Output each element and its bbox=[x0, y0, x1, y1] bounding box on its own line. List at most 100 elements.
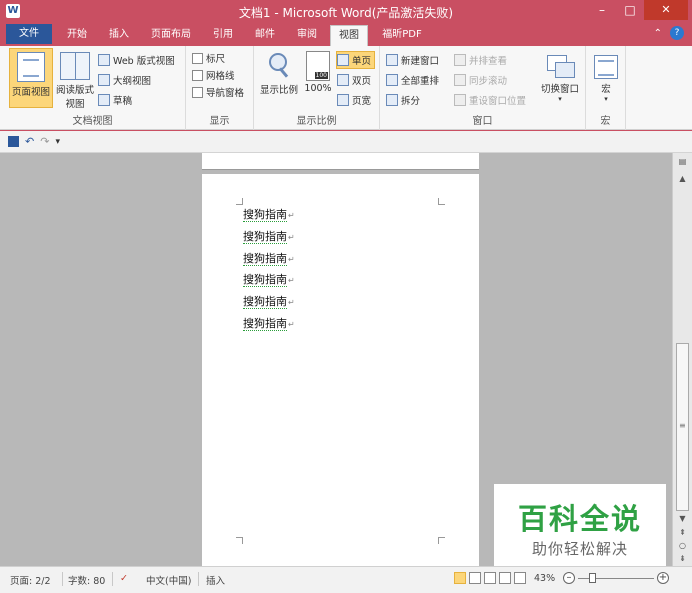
page-width-icon bbox=[337, 94, 349, 106]
zoom-in-button[interactable]: + bbox=[657, 572, 669, 584]
new-window-label: 新建窗口 bbox=[401, 56, 440, 67]
arrange-all-button[interactable]: 全部重排 bbox=[386, 71, 439, 89]
language-indicator[interactable]: 中文(中国) bbox=[146, 573, 191, 587]
group-label-macros: 宏 bbox=[600, 116, 611, 127]
document-page[interactable]: 搜狗指南↵ 搜狗指南↵ 搜狗指南↵ 搜狗指南↵ 搜狗指南↵ 搜狗指南↵ bbox=[202, 174, 479, 566]
save-icon[interactable] bbox=[8, 136, 19, 147]
reading-view-label-1: 阅读版式 bbox=[55, 85, 94, 96]
browse-object-icon[interactable]: ○ bbox=[675, 540, 690, 552]
group-label-zoom: 显示比例 bbox=[296, 116, 337, 127]
tab-insert[interactable]: 插入 bbox=[104, 25, 134, 46]
text-line[interactable]: 搜狗指南↵ bbox=[243, 271, 295, 293]
switch-windows-dropdown-icon: ▾ bbox=[558, 95, 562, 103]
gridlines-check-icon bbox=[192, 69, 203, 81]
text-line[interactable]: 搜狗指南↵ bbox=[243, 315, 295, 337]
minimize-button[interactable]: – bbox=[588, 0, 616, 20]
draft-view-icon[interactable] bbox=[514, 572, 526, 584]
tab-mailings[interactable]: 邮件 bbox=[250, 25, 280, 46]
text-line[interactable]: 搜狗指南↵ bbox=[243, 250, 295, 272]
text-line[interactable]: 搜狗指南↵ bbox=[243, 228, 295, 250]
print-layout-view-icon[interactable] bbox=[454, 572, 466, 584]
outline-button[interactable]: 大纲视图 bbox=[98, 71, 151, 89]
full-screen-reading-button[interactable]: 阅读版式 视图 bbox=[54, 48, 96, 110]
two-pages-label: 双页 bbox=[352, 76, 372, 87]
web-layout-view-icon[interactable] bbox=[484, 572, 496, 584]
page-count[interactable]: 页面: 2/2 bbox=[10, 573, 51, 587]
previous-page-icon[interactable]: ⇞ bbox=[675, 527, 690, 539]
tab-review[interactable]: 审阅 bbox=[292, 25, 322, 46]
ruler-checkbox[interactable]: 标尺 bbox=[192, 49, 225, 67]
text-line[interactable]: 搜狗指南↵ bbox=[243, 293, 295, 315]
paragraph-mark: ↵ bbox=[288, 319, 295, 329]
group-window: 新建窗口 全部重排 拆分 并排查看 同步滚动 重设窗口位置 切换窗口 ▾ 窗口 bbox=[380, 46, 586, 130]
maximize-button[interactable]: □ bbox=[616, 0, 644, 20]
margin-corner-bottom-left bbox=[236, 537, 243, 544]
new-window-button[interactable]: 新建窗口 bbox=[386, 51, 439, 69]
scroll-thumb[interactable]: ≡ bbox=[676, 343, 689, 511]
nav-pane-checkbox[interactable]: 导航窗格 bbox=[192, 83, 244, 101]
draft-icon bbox=[98, 94, 110, 106]
group-document-views: 页面视图 阅读版式 视图 Web 版式视图 大纲视图 草稿 文档视图 bbox=[0, 46, 186, 130]
outline-label: 大纲视图 bbox=[113, 76, 152, 87]
macros-label: 宏 bbox=[601, 84, 611, 95]
scroll-up-icon[interactable]: ▲ bbox=[675, 173, 690, 185]
page-width-button[interactable]: 页宽 bbox=[337, 91, 371, 109]
document-text[interactable]: 搜狗指南↵ 搜狗指南↵ 搜狗指南↵ 搜狗指南↵ 搜狗指南↵ 搜狗指南↵ bbox=[243, 206, 295, 337]
undo-icon[interactable]: ↶ bbox=[25, 135, 34, 148]
switch-windows-button[interactable]: 切换窗口 ▾ bbox=[538, 48, 582, 108]
watermark-logo: 百科全说 助你轻松解决 bbox=[494, 484, 666, 566]
redo-icon[interactable]: ↷ bbox=[40, 135, 49, 148]
tab-foxit-pdf[interactable]: 福昕PDF bbox=[378, 25, 426, 46]
reset-position-icon bbox=[454, 94, 466, 106]
tab-home[interactable]: 开始 bbox=[62, 25, 92, 46]
gridlines-checkbox[interactable]: 网格线 bbox=[192, 66, 235, 84]
text-line[interactable]: 搜狗指南↵ bbox=[243, 206, 295, 228]
insert-mode-indicator[interactable]: 插入 bbox=[206, 573, 225, 587]
paragraph-mark: ↵ bbox=[288, 276, 295, 286]
previous-page[interactable] bbox=[202, 153, 479, 170]
ruler-check-icon bbox=[192, 52, 203, 64]
watermark-title: 百科全说 bbox=[517, 502, 642, 536]
reset-window-position-button[interactable]: 重设窗口位置 bbox=[454, 91, 526, 109]
group-label-window: 窗口 bbox=[472, 116, 493, 127]
tab-references[interactable]: 引用 bbox=[208, 25, 238, 46]
quick-access-toolbar: ↶ ↷ ▾ bbox=[0, 131, 692, 153]
zoom-out-button[interactable]: – bbox=[563, 572, 575, 584]
tab-page-layout[interactable]: 页面布局 bbox=[146, 25, 196, 46]
sync-scroll-label: 同步滚动 bbox=[469, 76, 508, 87]
web-layout-button[interactable]: Web 版式视图 bbox=[98, 51, 175, 69]
paragraph-mark: ↵ bbox=[288, 211, 295, 220]
paragraph-mark: ↵ bbox=[288, 232, 295, 242]
close-button[interactable]: ✕ bbox=[644, 0, 688, 20]
ruler-toggle-icon[interactable]: ▤ bbox=[675, 156, 690, 168]
scroll-down-icon[interactable]: ▼ bbox=[675, 513, 690, 525]
sync-scroll-button[interactable]: 同步滚动 bbox=[454, 71, 507, 89]
vertical-scrollbar[interactable]: ▤ ▲ ≡ ▼ ⇞ ○ ⇟ bbox=[672, 153, 692, 566]
minimize-ribbon-icon[interactable]: ⌃ bbox=[654, 28, 662, 39]
arrange-all-icon bbox=[386, 74, 398, 86]
side-by-side-button[interactable]: 并排查看 bbox=[454, 51, 507, 69]
tab-view[interactable]: 视图 bbox=[330, 25, 368, 46]
one-page-button[interactable]: 单页 bbox=[336, 51, 376, 69]
split-button[interactable]: 拆分 bbox=[386, 91, 420, 109]
zoom-100-button[interactable]: 100% bbox=[302, 48, 334, 108]
customize-qat-icon[interactable]: ▾ bbox=[55, 137, 60, 147]
tabs-right-controls: ⌃ ? bbox=[654, 26, 684, 40]
next-page-icon[interactable]: ⇟ bbox=[675, 553, 690, 565]
macros-button[interactable]: 宏 ▾ bbox=[590, 48, 622, 108]
word-count[interactable]: 字数: 80 bbox=[68, 573, 105, 587]
zoom-button[interactable]: 显示比例 bbox=[258, 48, 300, 108]
proofing-icon[interactable]: ✓ bbox=[120, 573, 128, 584]
nav-pane-label: 导航窗格 bbox=[206, 88, 245, 99]
help-icon[interactable]: ? bbox=[670, 26, 684, 40]
group-label-show: 显示 bbox=[209, 116, 230, 127]
outline-view-icon[interactable] bbox=[499, 572, 511, 584]
print-layout-button[interactable]: 页面视图 bbox=[9, 48, 53, 108]
two-pages-button[interactable]: 双页 bbox=[337, 71, 371, 89]
draft-button[interactable]: 草稿 bbox=[98, 91, 132, 109]
zoom-level[interactable]: 43% bbox=[534, 573, 555, 584]
zoom-label: 显示比例 bbox=[259, 85, 298, 96]
reading-view-icon[interactable] bbox=[469, 572, 481, 584]
zoom-slider-thumb[interactable] bbox=[589, 573, 596, 583]
tab-file[interactable]: 文件 bbox=[6, 24, 52, 44]
